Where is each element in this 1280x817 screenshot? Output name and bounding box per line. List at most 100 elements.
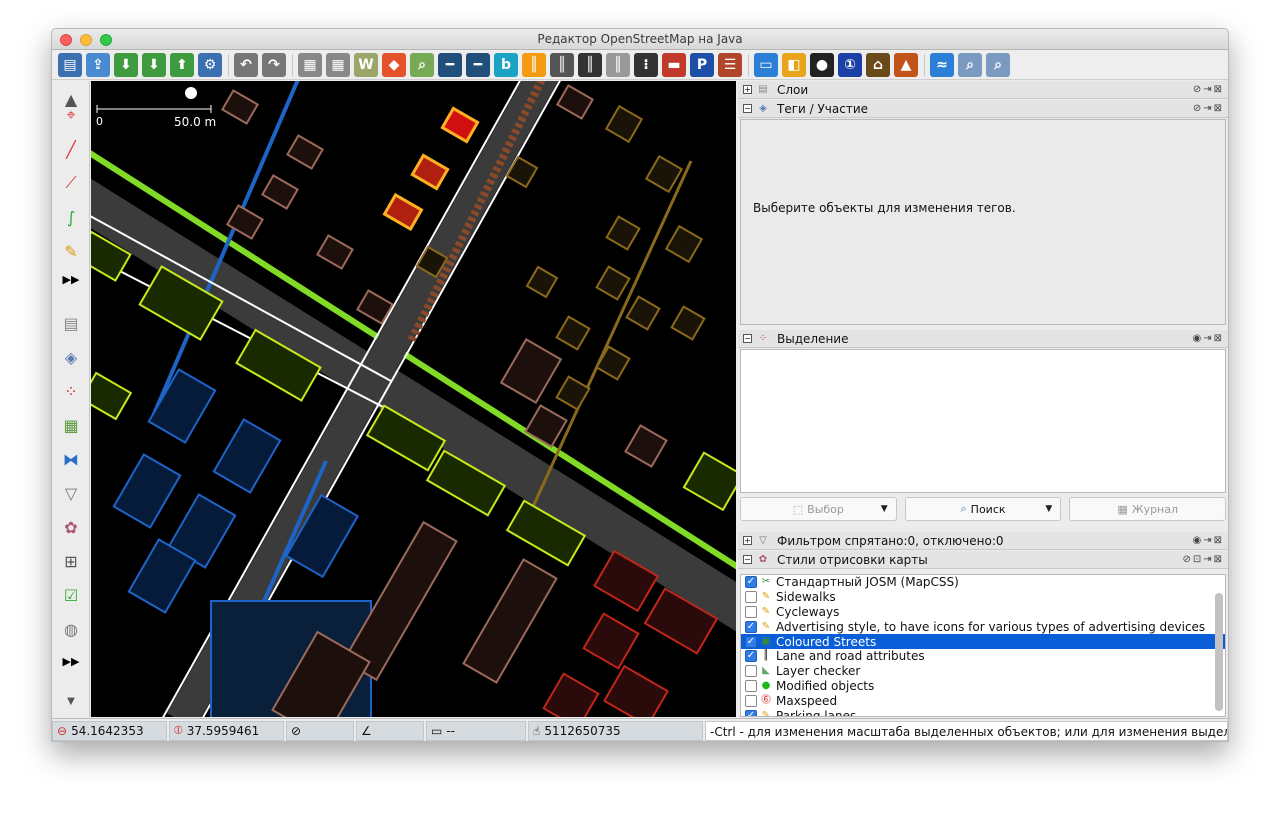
panel-controls[interactable]: ⊘⇥⊠ — [1193, 103, 1224, 114]
style-checkbox[interactable]: ✓ — [745, 650, 757, 663]
collapse-toggle-icon[interactable]: − — [743, 334, 752, 343]
osm-icon[interactable]: ◆ — [382, 52, 406, 77]
pencil-tool-icon[interactable]: ✎ — [59, 239, 83, 263]
maximize-window-button[interactable] — [100, 34, 112, 46]
minimize-window-button[interactable] — [80, 34, 92, 46]
collapse-toggle-icon[interactable]: − — [743, 555, 752, 564]
style-row[interactable]: ◣ Layer checker — [741, 664, 1225, 679]
close-window-button[interactable] — [60, 34, 72, 46]
undo-icon[interactable]: ↶ — [234, 52, 258, 77]
style-row[interactable]: ✎ Sidewalks — [741, 590, 1225, 605]
imagery-icon[interactable]: ▦ — [326, 52, 350, 77]
style-checkbox[interactable] — [745, 694, 757, 707]
style-checkbox[interactable]: ✓ — [745, 576, 757, 589]
relation-dialog-icon[interactable]: ⊞ — [59, 549, 83, 573]
style-checkbox[interactable] — [745, 605, 757, 618]
style-row[interactable]: ⓺ Maxspeed — [741, 693, 1225, 708]
road-lanes-icon[interactable]: ║ — [550, 52, 574, 77]
panel-controls[interactable]: ⊘⊡⇥⊠ — [1182, 554, 1224, 565]
zoom-icon[interactable]: ⌕ — [410, 52, 434, 77]
redo-icon[interactable]: ↷ — [262, 52, 286, 77]
selection-dialog-icon[interactable]: ⁘ — [59, 379, 83, 403]
football-icon[interactable]: ● — [810, 52, 834, 77]
open-file-icon[interactable]: ▤ — [58, 52, 82, 77]
industrial-icon[interactable]: ⌂ — [866, 52, 890, 77]
panel-controls[interactable]: ◉⇥⊠ — [1193, 535, 1224, 546]
styles-scrollbar[interactable] — [1215, 593, 1223, 711]
collapse-toggle-icon[interactable]: − — [743, 104, 752, 113]
road-lanes-icon[interactable]: ║ — [522, 52, 546, 77]
scroll-down-icon[interactable]: ▼ — [59, 689, 83, 713]
improve-way-icon[interactable]: ⟋ — [59, 171, 83, 195]
style-checkbox[interactable] — [745, 591, 757, 604]
wikipedia-dialog-icon[interactable]: ◍ — [59, 617, 83, 641]
river-icon[interactable]: ≈ — [930, 52, 954, 77]
select-button[interactable]: ⬚ Выбор ▼ — [740, 497, 897, 521]
draw-tool-icon[interactable]: ╱ — [59, 137, 83, 161]
tags-panel-header[interactable]: − ◈ Теги / Участие ⊘⇥⊠ — [738, 100, 1228, 118]
tags-dialog-icon[interactable]: ◈ — [59, 345, 83, 369]
more-dialogs-icon[interactable]: ▶▶ — [59, 649, 83, 673]
style-checkbox[interactable] — [745, 665, 757, 678]
bed-icon[interactable]: ▭ — [754, 52, 778, 77]
filter-dialog-icon[interactable]: ▽ — [59, 481, 83, 505]
road-lanes-icon[interactable]: ║ — [606, 52, 630, 77]
open-location-icon[interactable]: ⇪ — [86, 52, 110, 77]
dropdown-arrow-icon[interactable]: ▼ — [881, 504, 888, 514]
mountain-icon[interactable]: ▲ — [894, 52, 918, 77]
conflict-dialog-icon[interactable]: ⧓ — [59, 447, 83, 471]
styles-list[interactable]: ✓ ✂ Стандартный JOSM (MapCSS) ✎ Sidewalks ✎ Cy… — [740, 574, 1226, 717]
style-row[interactable]: ✓ ║ Lane and road attributes — [741, 649, 1225, 664]
more-tools-icon[interactable]: ▶▶ — [59, 267, 83, 291]
styles-panel-header[interactable]: − ✿ Стили отрисовки карты ⊘⊡⇥⊠ — [738, 551, 1228, 569]
layers-dialog-icon[interactable]: ▤ — [59, 311, 83, 335]
select-tool-icon[interactable]: ⌖ — [59, 103, 83, 127]
preferences-icon[interactable]: ⚙ — [198, 52, 222, 77]
style-row[interactable]: ✓ ▣ Coloured Streets — [741, 634, 1225, 649]
filter-panel-header[interactable]: + ▽ Фильтром спрятано:0, отключено:0 ◉⇥⊠ — [738, 532, 1228, 550]
download-icon[interactable]: ⬇ — [114, 52, 138, 77]
road-icon[interactable]: ━ — [466, 52, 490, 77]
map-canvas[interactable] — [91, 81, 736, 717]
wms-icon[interactable]: W — [354, 52, 378, 77]
expand-toggle-icon[interactable]: + — [743, 85, 752, 94]
upload-icon[interactable]: ⬆ — [170, 52, 194, 77]
style-row[interactable]: ✎ Cycleways — [741, 605, 1225, 620]
wall-icon[interactable]: ▬ — [662, 52, 686, 77]
style-checkbox[interactable]: ✓ — [745, 709, 757, 716]
selection-panel-header[interactable]: − ⁘ Выделение ◉⇥⊠ — [738, 330, 1228, 348]
style-row[interactable]: ● Modified objects — [741, 679, 1225, 694]
expand-toggle-icon[interactable]: + — [743, 536, 752, 545]
map-style-dialog-icon[interactable]: ✿ — [59, 515, 83, 539]
style-row[interactable]: ✓ ✎ Advertising style, to have icons for v… — [741, 619, 1225, 634]
download-area-icon[interactable]: ⬇ — [142, 52, 166, 77]
map-view[interactable]: 0 50.0 m — [91, 81, 736, 717]
style-row[interactable]: ✓ ✎ Parking lanes — [741, 708, 1225, 716]
parking-icon[interactable]: P — [690, 52, 714, 77]
style-row[interactable]: ✓ ✂ Стандартный JOSM (MapCSS) — [741, 575, 1225, 590]
search-icon[interactable]: ⌕ — [958, 52, 982, 77]
number-icon[interactable]: ① — [838, 52, 862, 77]
road-icon[interactable]: ━ — [438, 52, 462, 77]
commands-dialog-icon[interactable]: ▦ — [59, 413, 83, 437]
railway-icon[interactable]: ☰ — [718, 52, 742, 77]
search-icon[interactable]: ⌕ — [986, 52, 1010, 77]
layers-panel-header[interactable]: + ▤ Слои ⊘⇥⊠ — [738, 81, 1228, 99]
search-button[interactable]: ⌕ Поиск ▼ — [904, 497, 1062, 521]
parallel-way-icon[interactable]: ∫ — [59, 205, 83, 229]
bing-icon[interactable]: b — [494, 52, 518, 77]
panel-controls[interactable]: ⊘⇥⊠ — [1193, 84, 1224, 95]
history-button[interactable]: ▦ Журнал — [1069, 497, 1227, 521]
traffic-light-icon[interactable]: ⁝ — [634, 52, 658, 77]
dropdown-arrow-icon[interactable]: ▼ — [1045, 504, 1052, 514]
validator-dialog-icon[interactable]: ☑ — [59, 583, 83, 607]
style-checkbox[interactable] — [745, 679, 757, 692]
road-lanes-icon[interactable]: ║ — [578, 52, 602, 77]
style-checkbox[interactable]: ✓ — [745, 635, 757, 648]
panel-controls[interactable]: ◉⇥⊠ — [1193, 333, 1224, 344]
style-checkbox[interactable]: ✓ — [745, 620, 757, 633]
selection-list[interactable] — [740, 349, 1226, 493]
imagery-icon[interactable]: ▦ — [298, 52, 322, 77]
shop-icon[interactable]: ◧ — [782, 52, 806, 77]
status-bar: ⊖ 54.1642353 ⦶ 37.5959461 ⊘ ∠ ▭ -- ☝ 511… — [52, 718, 1228, 741]
